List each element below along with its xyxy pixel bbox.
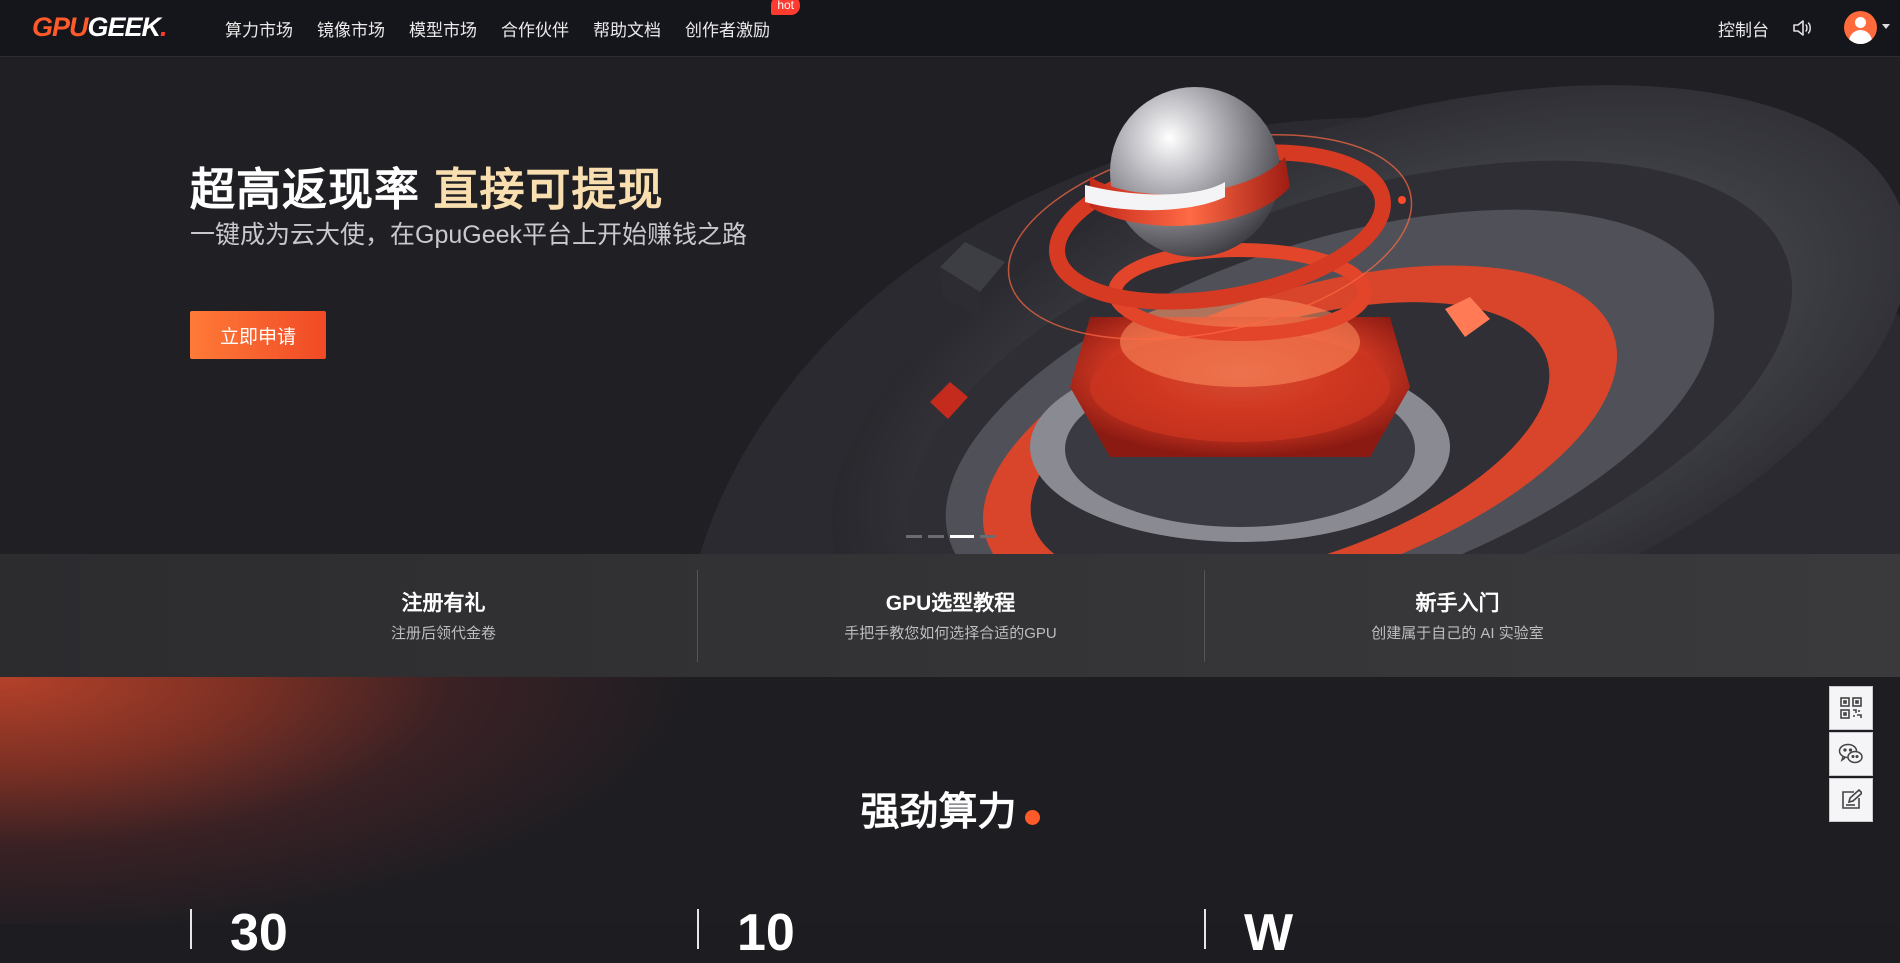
carousel-indicators	[906, 535, 996, 538]
user-avatar-icon[interactable]	[1844, 11, 1877, 44]
nav-partners[interactable]: 合作伙伴	[501, 16, 569, 41]
hero-illustration	[700, 85, 1900, 554]
gpugeek-logo[interactable]: GPUGEEK.	[32, 12, 167, 43]
feature-subtitle: 注册后领代金卷	[390, 625, 496, 642]
logo-text-geek: GEEK	[87, 12, 162, 42]
logo-dot: .	[160, 12, 167, 42]
carousel-dot-active[interactable]	[950, 535, 974, 538]
stat-number: 30	[230, 904, 288, 962]
stat-item: 30	[190, 904, 288, 962]
main-nav: 算力市场 镜像市场 模型市场 合作伙伴 帮助文档 创作者激励 hot	[225, 0, 800, 57]
accent-dot	[1024, 810, 1040, 825]
apply-now-button[interactable]: 立即申请	[190, 311, 326, 359]
hero-title-main: 超高返现率	[190, 164, 421, 215]
carousel-dot[interactable]	[980, 535, 996, 538]
carousel-dot[interactable]	[906, 535, 922, 538]
nav-image-market[interactable]: 镜像市场	[317, 16, 385, 41]
nav-help-docs[interactable]: 帮助文档	[593, 16, 661, 41]
stat-item: W	[1204, 904, 1293, 962]
feature-title: GPU选型教程	[885, 592, 1016, 615]
chevron-down-icon[interactable]	[1882, 24, 1890, 29]
avatar-body	[1849, 30, 1872, 44]
top-navigation-bar: GPUGEEK. 算力市场 镜像市场 模型市场 合作伙伴 帮助文档 创作者激励 …	[0, 0, 1900, 57]
hero-title-highlight: 直接可提现	[433, 164, 664, 215]
stat-item: 10	[697, 904, 795, 962]
speaker-icon[interactable]	[1790, 16, 1814, 40]
feature-title: 注册有礼	[401, 592, 486, 615]
feature-title: 新手入门	[1415, 592, 1500, 615]
feature-beginner-guide[interactable]: 新手入门 创建属于自己的 AI 实验室	[1204, 554, 1711, 677]
section-title-text: 强劲算力	[860, 791, 1017, 834]
stat-number: 10	[737, 904, 795, 962]
feedback-icon[interactable]	[1829, 778, 1873, 822]
section-title: 强劲算力	[0, 781, 1900, 837]
nav-creator-incentive-label: 创作者激励	[685, 21, 770, 40]
feature-register-gift[interactable]: 注册有礼 注册后领代金卷	[190, 554, 697, 677]
power-section: 强劲算力 30 10 W	[0, 677, 1900, 962]
feature-subtitle: 手把手教您如何选择合适的GPU	[844, 625, 1057, 642]
logo-text-gpu: GPU	[32, 12, 89, 42]
nav-compute-market[interactable]: 算力市场	[225, 16, 293, 41]
hot-badge: hot	[771, 0, 800, 15]
qrcode-icon[interactable]	[1829, 686, 1873, 730]
avatar-head	[1855, 17, 1866, 28]
stat-number: W	[1244, 904, 1294, 962]
feature-gpu-selection-guide[interactable]: GPU选型教程 手把手教您如何选择合适的GPU	[697, 554, 1204, 677]
console-link[interactable]: 控制台	[1718, 16, 1769, 41]
hero-title: 超高返现率 直接可提现	[190, 153, 664, 218]
nav-model-market[interactable]: 模型市场	[409, 16, 477, 41]
hero-banner: 超高返现率 直接可提现 一键成为云大使，在GpuGeek平台上开始赚钱之路 立即…	[0, 57, 1900, 554]
nav-creator-incentive[interactable]: 创作者激励 hot	[685, 0, 800, 41]
wechat-icon[interactable]	[1829, 732, 1873, 776]
hero-subtitle: 一键成为云大使，在GpuGeek平台上开始赚钱之路	[190, 221, 748, 249]
feature-strip: 注册有礼 注册后领代金卷 GPU选型教程 手把手教您如何选择合适的GPU 新手入…	[0, 554, 1900, 677]
feature-subtitle: 创建属于自己的 AI 实验室	[1371, 625, 1544, 642]
carousel-dot[interactable]	[928, 535, 944, 538]
